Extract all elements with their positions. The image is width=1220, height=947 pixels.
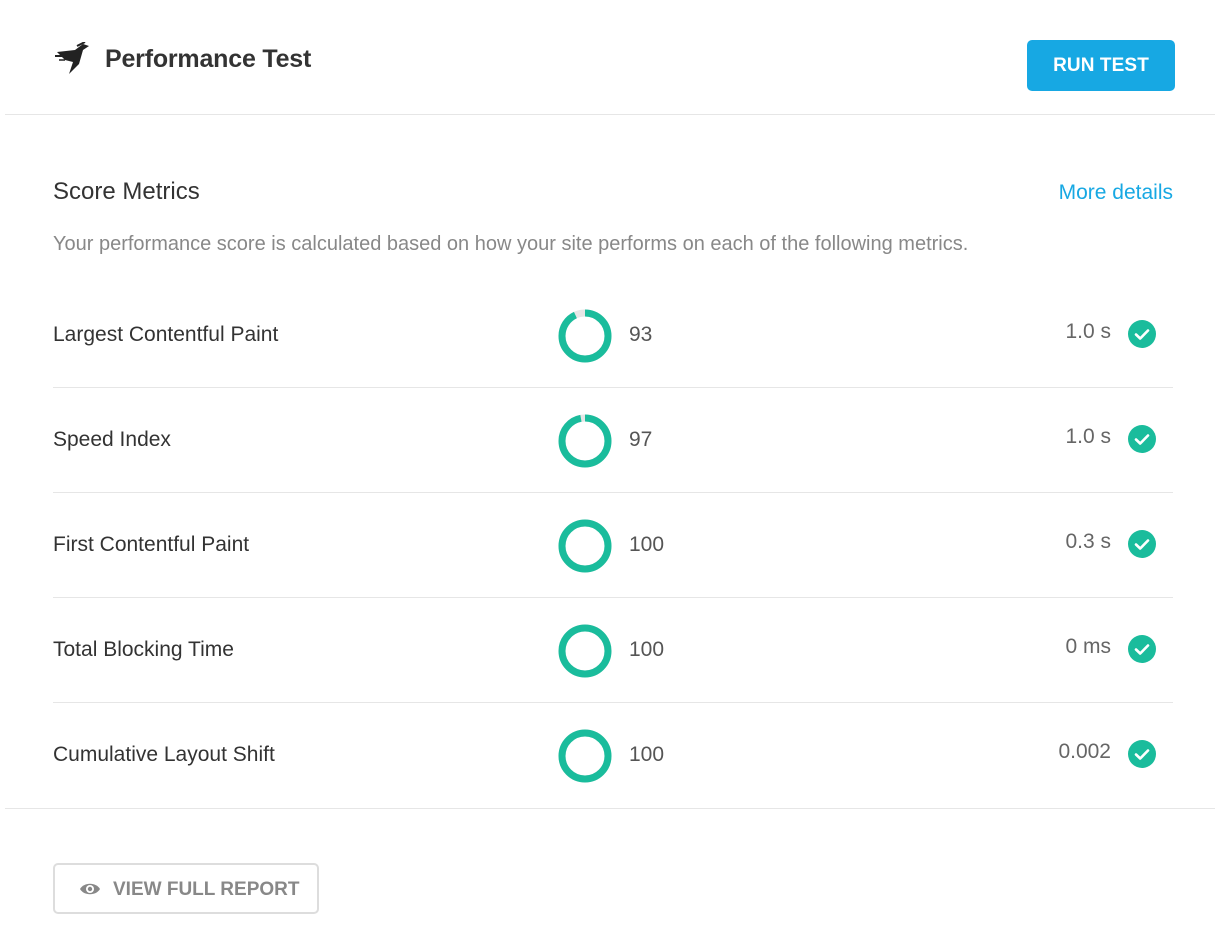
- metric-name: First Contentful Paint: [53, 533, 250, 556]
- metric-score: 100: [629, 638, 665, 661]
- metric-name: Total Blocking Time: [53, 638, 234, 661]
- metric-name: Speed Index: [53, 428, 171, 451]
- check-circle-icon: [1128, 425, 1156, 453]
- metric-value: 0.002: [1058, 740, 1111, 763]
- metric-row: Largest Contentful Paint 93 1.0 s: [53, 283, 1173, 388]
- section-title: Score Metrics: [53, 178, 200, 205]
- metric-score: 93: [629, 323, 653, 346]
- metric-row: First Contentful Paint 100 0.3 s: [53, 493, 1173, 598]
- metric-row: Cumulative Layout Shift 100 0.002: [53, 703, 1173, 808]
- eye-icon: [80, 883, 100, 895]
- metric-row: Total Blocking Time 100 0 ms: [53, 598, 1173, 703]
- metric-score: 97: [629, 428, 653, 451]
- score-ring: [558, 519, 612, 573]
- score-ring: [558, 309, 612, 363]
- view-full-report-label: VIEW FULL REPORT: [113, 879, 300, 900]
- metric-score: 100: [629, 743, 665, 766]
- score-ring: [558, 414, 612, 468]
- view-full-report-button[interactable]: VIEW FULL REPORT: [53, 863, 319, 914]
- check-circle-icon: [1128, 530, 1156, 558]
- section-description: Your performance score is calculated bas…: [53, 233, 969, 255]
- check-circle-icon: [1128, 320, 1156, 348]
- check-circle-icon: [1128, 740, 1156, 768]
- run-test-button[interactable]: RUN TEST: [1027, 40, 1175, 91]
- metric-row: Speed Index 97 1.0 s: [53, 388, 1173, 493]
- metrics-list: Largest Contentful Paint 93 1.0 s Speed …: [53, 283, 1173, 808]
- more-details-link[interactable]: More details: [1059, 181, 1173, 205]
- metric-value: 1.0 s: [1065, 425, 1111, 448]
- metric-name: Largest Contentful Paint: [53, 323, 279, 346]
- metric-value: 1.0 s: [1065, 320, 1111, 343]
- metric-score: 100: [629, 533, 665, 556]
- metric-value: 0.3 s: [1065, 530, 1111, 553]
- page-title: Performance Test: [105, 45, 312, 73]
- score-ring: [558, 624, 612, 678]
- hummingbird-logo-icon: [55, 42, 89, 74]
- metric-name: Cumulative Layout Shift: [53, 743, 275, 766]
- check-circle-icon: [1128, 635, 1156, 663]
- score-ring: [558, 729, 612, 783]
- footer-divider: [5, 808, 1215, 809]
- metric-value: 0 ms: [1065, 635, 1111, 658]
- header: Performance Test RUN TEST: [5, 0, 1215, 115]
